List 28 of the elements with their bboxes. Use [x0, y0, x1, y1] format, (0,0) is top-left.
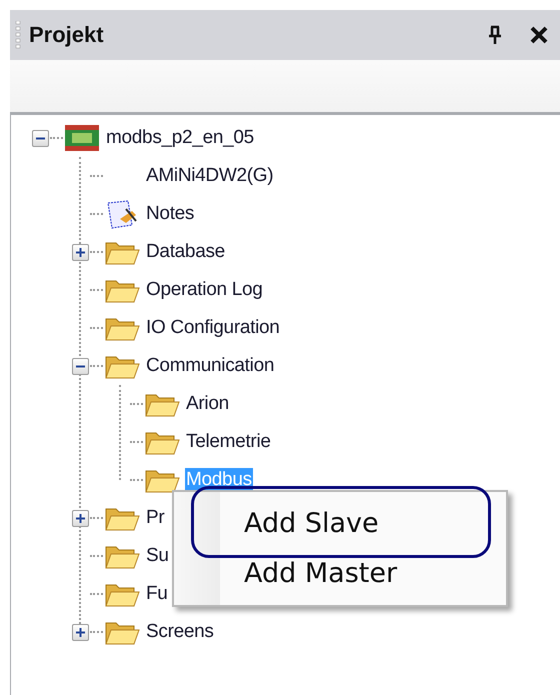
panel-title: Projekt [29, 22, 105, 48]
tree-item[interactable]: Notes [145, 202, 196, 226]
tree-item[interactable]: Fu [145, 582, 169, 606]
collapse-button[interactable] [32, 130, 48, 146]
tree-item[interactable]: Arion [185, 392, 230, 416]
device-icon [64, 123, 100, 153]
collapse-button[interactable] [72, 358, 88, 374]
tree-item[interactable]: Communication [145, 354, 276, 378]
tree-item[interactable]: Telemetrie [185, 430, 272, 454]
plus-icon [74, 512, 86, 524]
menu-item[interactable]: Add Master [220, 548, 506, 598]
close-icon [530, 26, 548, 44]
tree-item[interactable]: Database [145, 240, 226, 264]
expand-button[interactable] [72, 244, 88, 260]
expand-button[interactable] [72, 624, 88, 640]
plus-icon [74, 246, 86, 258]
expand-button[interactable] [72, 510, 88, 526]
tree-item[interactable]: Su [145, 544, 170, 568]
tree-item[interactable]: AMiNi4DW2(G) [145, 164, 274, 188]
grip-icon[interactable] [15, 21, 21, 49]
tree-item[interactable]: Pr [145, 506, 166, 530]
menu-item[interactable]: Add Slave [220, 498, 506, 548]
plus-icon [74, 626, 86, 638]
tree-item[interactable]: IO Configuration [145, 316, 281, 340]
tree-item[interactable]: modbs_p2_en_05 [105, 126, 255, 150]
tree-item[interactable]: Operation Log [145, 278, 264, 302]
pin-icon [487, 25, 503, 45]
tree-item[interactable]: Screens [145, 620, 215, 644]
